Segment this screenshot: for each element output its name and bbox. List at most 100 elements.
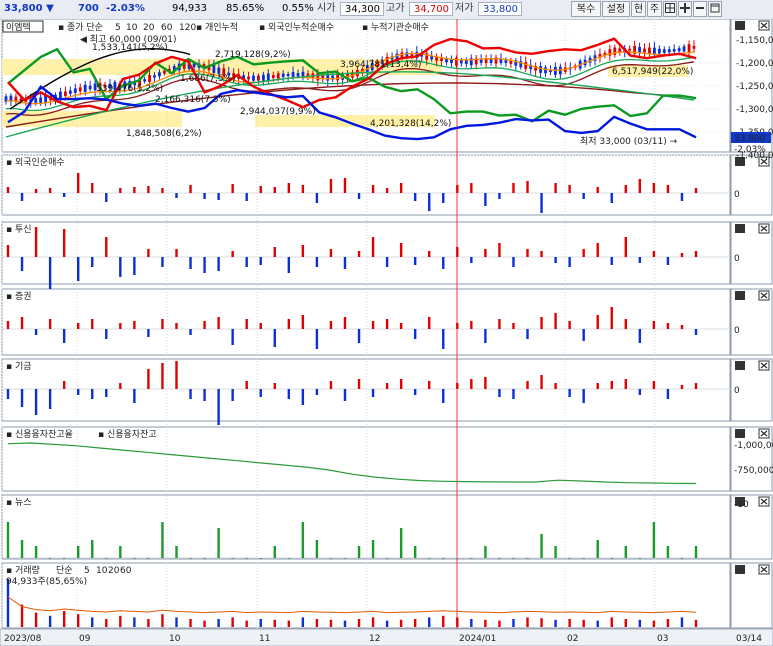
current-button[interactable]: 현 [631, 1, 646, 17]
pension-bar [301, 389, 305, 405]
candle-body [653, 47, 656, 55]
x-tick-label: 02 [567, 634, 578, 644]
foreign-bar [470, 183, 473, 193]
trust-bar [540, 251, 543, 257]
volume-bar [20, 604, 24, 627]
securities-bar [470, 321, 473, 329]
pension-bar [245, 381, 248, 389]
low-annotation: 최저 33,000 (03/11) → [580, 136, 678, 147]
crosshair-icon[interactable] [678, 1, 692, 17]
trust-bar [217, 257, 220, 271]
trust-bar [652, 251, 656, 257]
volume-bar [526, 617, 529, 627]
low-label: 저가 [455, 3, 474, 14]
volume-bar [329, 619, 333, 627]
legend-foreign: ▪ 외국인누적순매수 [259, 21, 334, 33]
volume-bar [217, 619, 220, 627]
flow-annotation-a7: 3,964,781(13,4%) [340, 60, 421, 70]
candle-body [648, 47, 651, 55]
pension-bar [119, 383, 122, 389]
securities-bar [540, 317, 543, 329]
trust-bar [203, 257, 206, 273]
volume-bar [119, 615, 122, 627]
trust-bar [343, 257, 347, 269]
candle-body [143, 79, 146, 82]
panel-frame-securities [1, 288, 731, 356]
securities-bar [596, 315, 599, 329]
securities-bar [133, 321, 136, 329]
restore-button[interactable]: 복수 [571, 1, 601, 17]
trust-bar [399, 243, 403, 257]
price-tag: 33,800 [734, 134, 766, 144]
candle-body [524, 62, 528, 69]
volume-bar [484, 619, 487, 627]
securities-bar [638, 329, 642, 343]
volume-bar [610, 617, 613, 627]
securities-bar [582, 329, 585, 341]
trust-bar [315, 257, 319, 267]
news-bar [62, 558, 66, 559]
foreign-bar [526, 181, 529, 193]
news-bar [119, 546, 122, 558]
candle-body [14, 96, 18, 102]
trust-bar [48, 257, 52, 289]
securities-bar [399, 323, 403, 329]
candle-body [217, 67, 221, 74]
foreign-bar [231, 184, 234, 193]
securities-bar [48, 319, 52, 329]
trust-bar [231, 251, 234, 257]
candle-body [68, 90, 72, 94]
foreign-bar [498, 193, 501, 199]
week-button[interactable]: 주 [647, 1, 662, 17]
candle-body [281, 73, 285, 78]
candle-body [459, 60, 463, 64]
panel-menu-icon [735, 361, 745, 370]
foreign-bar [161, 188, 164, 193]
pension-bar [259, 389, 262, 397]
volume-bar [652, 620, 656, 627]
pension-bar [652, 381, 656, 389]
flow-annotation-a1: 1,533,141(5,2%) [92, 43, 168, 53]
foreign-bar [119, 188, 122, 193]
open-price: 34,300 [340, 2, 384, 16]
pension-bar [62, 381, 66, 389]
panel-frame-pension [1, 358, 731, 422]
x-tick-label: 11 [259, 634, 270, 644]
minus-icon[interactable] [693, 1, 707, 17]
securities-bar [6, 321, 10, 329]
settings-button[interactable]: 설정 [602, 1, 630, 17]
candle-body [657, 48, 661, 54]
news-bar [147, 558, 150, 559]
candle-body [692, 45, 696, 49]
panel-title: ▪ 외국인순매수 [6, 156, 65, 168]
securities-bar [147, 329, 150, 337]
window-icon[interactable] [708, 1, 722, 17]
credit-tick: -750,000 [734, 466, 773, 476]
flow-annotation-a8: 6,517,949(22,0%) [612, 67, 693, 77]
pension-bar [161, 363, 164, 389]
news-bar [77, 546, 80, 558]
grid-icon[interactable] [663, 1, 677, 17]
news-bar [624, 546, 627, 558]
candle-body [336, 74, 340, 81]
pension-bar [399, 379, 403, 389]
volume-bar [371, 617, 375, 627]
candle-body [276, 73, 280, 79]
foreign-bar [259, 186, 262, 193]
securities-bar [119, 323, 122, 329]
candle-body [296, 73, 300, 77]
candle-body [78, 87, 82, 92]
stock-chart[interactable]: 2023/08 09 10 11 12 2024/01 02 03 03/14 -1,150,00… [0, 19, 773, 646]
flow-annotation-a10: 1,848,508(6,2%) [126, 129, 202, 139]
legend-ma-period: 60 [161, 23, 173, 33]
pension-bar [329, 381, 333, 389]
volume-value: 94,933 [172, 3, 207, 14]
news-bar [217, 528, 220, 558]
foreign-bar [666, 185, 670, 193]
securities-bar [20, 317, 24, 329]
flow-annotation-a4: 539,476(5,2%) [96, 84, 163, 94]
volume-bar [413, 619, 417, 627]
zero-tick: 0 [734, 190, 740, 200]
zero-tick: 0 [734, 386, 740, 396]
trust-bar [6, 245, 10, 257]
